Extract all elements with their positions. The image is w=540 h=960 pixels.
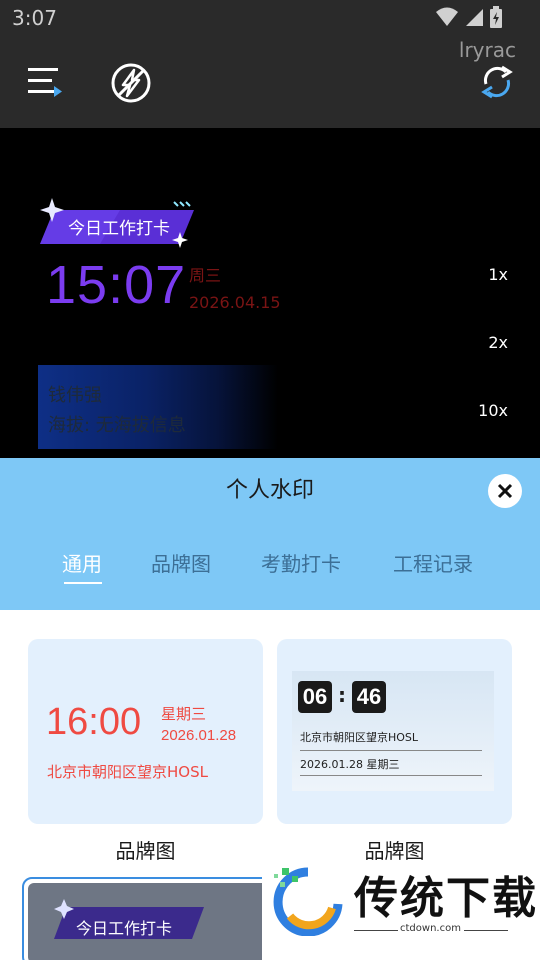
divider: [464, 930, 508, 931]
category-tabs: 通用 品牌图 考勤打卡 工程记录: [0, 548, 540, 588]
preview-time: 15:07: [46, 255, 187, 315]
flash-off-icon[interactable]: [110, 62, 152, 104]
zoom-2x-button[interactable]: 2x: [488, 333, 508, 352]
menu-icon[interactable]: [26, 66, 62, 98]
divider: [300, 775, 482, 776]
camera-preview[interactable]: 今日工作打卡 15:07 周三 2026.04.15 1x 2x 10x 钱伟强…: [0, 128, 540, 458]
tab-brand[interactable]: 品牌图: [151, 548, 211, 577]
divider: [354, 930, 398, 931]
card-location: 北京市朝阳区望京HOSL: [300, 731, 419, 744]
tab-engineering[interactable]: 工程记录: [393, 548, 473, 577]
card-preview: 06 : 46 北京市朝阳区望京HOSL 2026.01.28 星期三: [292, 671, 494, 791]
status-time: 3:07: [12, 6, 57, 30]
punch-label: 今日工作打卡: [68, 219, 170, 239]
card-label: 品牌图: [115, 839, 176, 863]
wifi-icon: [436, 7, 458, 26]
tab-general[interactable]: 通用: [62, 548, 102, 577]
card-minute: 46: [352, 681, 386, 713]
card-weekday: 星期三: [161, 705, 207, 723]
card-date: 2026.01.28 星期三: [300, 758, 400, 771]
card-preview: 今日工作打卡: [28, 883, 268, 960]
card-punch-label: 今日工作打卡: [76, 919, 173, 938]
site-url: ctdown.com: [400, 923, 461, 934]
signal-icon: [466, 9, 483, 26]
card-date: 2026.01.28: [161, 727, 237, 744]
info-altitude: 海拔: 无海拔信息: [48, 415, 186, 436]
watermark-card[interactable]: 16:00 星期三 2026.01.28 北京市朝阳区望京HOSL: [28, 639, 263, 824]
watermark-card[interactable]: 06 : 46 北京市朝阳区望京HOSL 2026.01.28 星期三: [277, 639, 512, 824]
status-icons: [436, 6, 502, 28]
card-hour: 06: [298, 681, 332, 713]
info-name: 钱伟强: [48, 385, 102, 406]
battery-icon: [490, 6, 502, 28]
watermark-card-selected[interactable]: 今日工作打卡: [22, 877, 272, 960]
card-time: 16:00: [46, 701, 142, 743]
switch-camera-icon[interactable]: [480, 62, 514, 102]
user-name: lryrac: [458, 38, 516, 62]
zoom-1x-button[interactable]: 1x: [488, 265, 508, 284]
zoom-10x-button[interactable]: 10x: [478, 401, 508, 420]
close-button[interactable]: [488, 474, 522, 508]
info-panel: 钱伟强 海拔: 无海拔信息: [38, 365, 278, 449]
preview-weekday: 周三: [189, 266, 222, 285]
preview-date: 2026.04.15: [189, 293, 281, 312]
active-tab-indicator: [64, 582, 102, 584]
tab-attendance[interactable]: 考勤打卡: [261, 548, 341, 577]
site-logo: [273, 867, 343, 936]
watermark-sheet-header: 个人水印 通用 品牌图 考勤打卡 工程记录: [0, 458, 540, 610]
divider: [300, 750, 482, 751]
card-colon: :: [338, 683, 346, 707]
status-bar: 3:07: [0, 0, 540, 36]
sheet-title: 个人水印: [225, 478, 314, 503]
close-icon: [497, 483, 513, 499]
site-name: 传统下载: [354, 873, 538, 924]
camera-topbar: lryrac: [0, 36, 540, 128]
card-location: 北京市朝阳区望京HOSL: [47, 763, 208, 781]
